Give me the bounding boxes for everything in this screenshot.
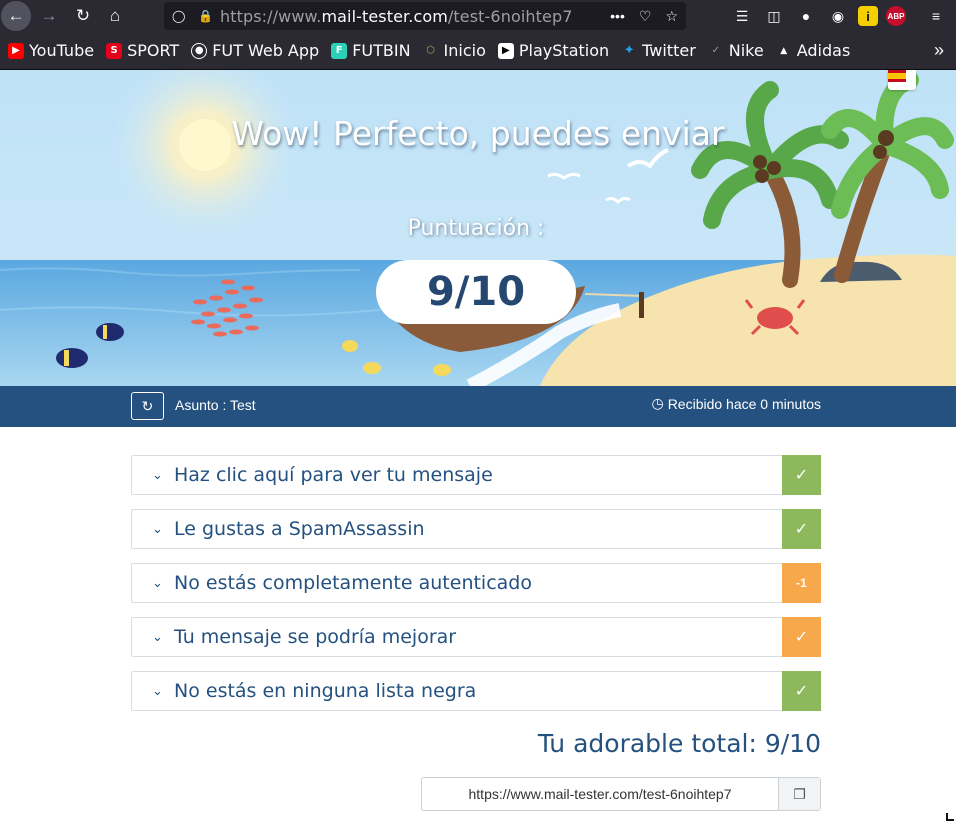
adblock-plus-icon[interactable]: ABP: [886, 6, 906, 26]
chevron-down-icon: ⌄: [152, 575, 163, 590]
sport-icon: S: [106, 42, 123, 59]
mask-extension-icon[interactable]: ◉: [826, 4, 850, 28]
refresh-button[interactable]: ↻: [131, 392, 164, 420]
result-label: Tu mensaje se podría mejorar: [174, 626, 457, 648]
youtube-icon: ▶: [8, 42, 24, 59]
clock-icon: ◷: [651, 395, 664, 411]
inicio-icon: ⬡: [426, 45, 435, 56]
clipboard-icon: ❐: [793, 785, 806, 802]
page-title: Wow! Perfecto, puedes enviar: [231, 114, 725, 153]
chevron-down-icon: ⌄: [152, 467, 163, 482]
sidebar-icon[interactable]: ◫: [762, 4, 786, 28]
results-list: ⌄ Haz clic aquí para ver tu mensaje ✓ ⌄ …: [131, 455, 821, 725]
twitter-icon: ✦: [623, 43, 635, 58]
status-badge: -1: [782, 563, 821, 603]
bookmark-star-icon[interactable]: ☆: [665, 8, 678, 25]
bookmark-fut-web-app[interactable]: ● FUT Web App: [191, 41, 319, 60]
total-score: Tu adorable total: 9/10: [537, 729, 821, 758]
received-time: ◷ Recibido hace 0 minutos: [651, 395, 821, 412]
chevron-down-icon: ⌄: [152, 521, 163, 536]
home-icon[interactable]: ⌂: [100, 1, 130, 31]
yellow-extension-icon[interactable]: i: [858, 6, 878, 26]
chevron-down-icon: ⌄: [152, 629, 163, 644]
bookmark-nike[interactable]: ✓ Nike: [708, 41, 764, 60]
chevron-more-icon[interactable]: »: [934, 40, 944, 61]
status-badge: ✓: [782, 671, 821, 711]
result-label: No estás en ninguna lista negra: [174, 680, 477, 702]
copy-url-button[interactable]: ❐: [778, 778, 820, 810]
refresh-icon: ↻: [141, 397, 154, 414]
result-label: No estás completamente autenticado: [174, 572, 532, 594]
library-icon[interactable]: ☰: [730, 4, 754, 28]
share-url-field[interactable]: https://www.mail-tester.com/test-6noihte…: [422, 778, 778, 810]
score-label: Puntuación :: [407, 216, 545, 241]
futbin-icon: F: [331, 42, 348, 59]
result-row-view-message[interactable]: ⌄ Haz clic aquí para ver tu mensaje ✓: [131, 455, 821, 495]
nike-icon: ✓: [711, 45, 720, 56]
bookmark-twitter[interactable]: ✦ Twitter: [621, 41, 696, 60]
browser-toolbar: ← → ↻ ⌂ ◯ 🔒 https://www.mail-tester.com/…: [0, 0, 956, 32]
bookmarks-toolbar: ▶ YouTube S SPORT ● FUT Web App F FUTBIN…: [0, 32, 956, 70]
pocket-icon[interactable]: ♡: [639, 8, 652, 25]
tracking-shield-icon[interactable]: ◯: [172, 9, 188, 23]
forward-arrow-icon[interactable]: →: [34, 1, 64, 31]
address-bar[interactable]: ◯ 🔒 https://www.mail-tester.com/test-6no…: [164, 2, 686, 30]
result-row-blacklist[interactable]: ⌄ No estás en ninguna lista negra ✓: [131, 671, 821, 711]
result-row-spamassassin[interactable]: ⌄ Le gustas a SpamAssassin ✓: [131, 509, 821, 549]
result-label: Haz clic aquí para ver tu mensaje: [174, 464, 493, 486]
bookmark-adidas[interactable]: ▲ Adidas: [776, 41, 850, 60]
subject-bar: ↻ Asunto : Test ◷ Recibido hace 0 minuto…: [0, 386, 956, 427]
hero-banner: Wow! Perfecto, puedes enviar Puntuación …: [0, 70, 956, 386]
bookmark-inicio[interactable]: ⬡ Inicio: [423, 41, 486, 60]
playstation-icon: ▶: [497, 42, 514, 59]
lock-icon[interactable]: 🔒: [198, 9, 213, 23]
extension-icon[interactable]: ●: [794, 4, 818, 28]
share-url-group: https://www.mail-tester.com/test-6noihte…: [421, 777, 821, 811]
subject-text: Asunto : Test: [175, 397, 256, 413]
url-text[interactable]: https://www.mail-tester.com/test-6noihte…: [220, 7, 572, 26]
language-flag-es-icon[interactable]: [888, 70, 916, 90]
score-badge: 9/10: [376, 260, 576, 324]
result-row-message-improvement[interactable]: ⌄ Tu mensaje se podría mejorar ✓: [131, 617, 821, 657]
bookmark-sport[interactable]: S SPORT: [106, 41, 179, 60]
adidas-icon: ▲: [780, 45, 788, 56]
globe-icon: ●: [191, 42, 208, 59]
result-label: Le gustas a SpamAssassin: [174, 518, 425, 540]
chevron-down-icon: ⌄: [152, 683, 163, 698]
status-badge: ✓: [782, 617, 821, 657]
bookmark-futbin[interactable]: F FUTBIN: [331, 41, 411, 60]
status-badge: ✓: [782, 455, 821, 495]
bookmark-playstation[interactable]: ▶ PlayStation: [497, 41, 609, 60]
page-actions-icon[interactable]: •••: [610, 8, 625, 25]
back-arrow-icon[interactable]: ←: [1, 1, 31, 31]
resize-corner: [946, 813, 954, 821]
hamburger-menu-icon[interactable]: ≡: [924, 4, 948, 28]
reload-icon[interactable]: ↻: [68, 1, 98, 31]
result-row-authentication[interactable]: ⌄ No estás completamente autenticado -1: [131, 563, 821, 603]
bookmark-youtube[interactable]: ▶ YouTube: [8, 41, 94, 60]
status-badge: ✓: [782, 509, 821, 549]
